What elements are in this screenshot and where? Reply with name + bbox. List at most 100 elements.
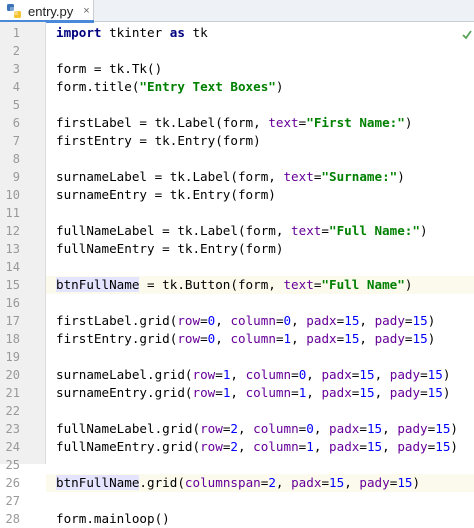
code-text: fullNameEntry.grid(row=2, column=1, padx… xyxy=(56,438,458,456)
code-editor[interactable]: import tkinter as tk form = tk.Tk() form.t… xyxy=(46,22,474,526)
code-line[interactable]: firstLabel = tk.Label(form, text="First … xyxy=(46,114,474,132)
code-line[interactable]: fullNameLabel.grid(row=2, column=0, padx… xyxy=(46,420,474,438)
line-number: 20 xyxy=(5,368,20,382)
python-file-icon xyxy=(6,3,22,19)
line-number: 5 xyxy=(12,98,20,112)
code-token: = xyxy=(420,367,428,382)
code-line[interactable]: surnameEntry = tk.Entry(form) xyxy=(46,186,474,204)
code-token: column xyxy=(245,367,292,382)
code-line[interactable]: surnameEntry.grid(row=1, column=1, padx=… xyxy=(46,384,474,402)
code-token: padx xyxy=(321,385,352,400)
code-token: padx xyxy=(306,313,337,328)
code-line[interactable]: form.title("Entry Text Boxes") xyxy=(46,78,474,96)
code-token: fullNameEntry = tk.Entry(form) xyxy=(56,241,284,256)
code-text: firstLabel = tk.Label(form, text="First … xyxy=(56,114,412,132)
code-token: = xyxy=(321,475,330,490)
code-line[interactable] xyxy=(46,348,474,366)
line-number: 22 xyxy=(5,404,20,418)
code-token: , xyxy=(382,439,398,454)
code-line[interactable]: surnameLabel = tk.Label(form, text="Surn… xyxy=(46,168,474,186)
code-token: ) xyxy=(427,313,436,328)
code-token: = xyxy=(291,385,299,400)
code-token: 0 xyxy=(306,421,314,436)
code-token: = xyxy=(321,223,329,238)
code-token: = xyxy=(200,331,208,346)
code-token: row xyxy=(177,313,201,328)
code-text: firstEntry = tk.Entry(form) xyxy=(56,132,261,150)
code-token: = xyxy=(260,475,269,490)
code-line[interactable]: fullNameEntry = tk.Entry(form) xyxy=(46,240,474,258)
code-token: import xyxy=(56,25,102,40)
code-text: surnameLabel.grid(row=1, column=0, padx=… xyxy=(56,366,450,384)
code-token: 15 xyxy=(344,331,360,346)
code-token: row xyxy=(192,367,216,382)
close-tab-icon[interactable]: × xyxy=(83,5,89,17)
code-token: 2 xyxy=(230,421,238,436)
code-token: , xyxy=(374,367,390,382)
code-token: column xyxy=(253,421,299,436)
line-number: 7 xyxy=(12,134,20,148)
code-token: ) xyxy=(275,79,284,94)
code-token: , xyxy=(238,421,254,436)
code-token: "First Name:" xyxy=(306,115,405,130)
code-token: 0 xyxy=(283,313,292,328)
code-text: form = tk.Tk() xyxy=(56,60,162,78)
code-token: 15 xyxy=(412,313,428,328)
editor-tab-bar: entry.py × xyxy=(0,0,474,23)
code-token: tkinter xyxy=(101,25,170,40)
tab-entry-py[interactable]: entry.py × xyxy=(0,0,94,23)
code-token: , xyxy=(291,331,307,346)
code-token: pady xyxy=(397,439,428,454)
code-line[interactable]: form.mainloop() xyxy=(46,510,474,528)
code-text: surnameEntry = tk.Entry(form) xyxy=(56,186,276,204)
code-token: "Entry Text Boxes" xyxy=(139,79,276,94)
code-line[interactable]: firstLabel.grid(row=0, column=0, padx=15… xyxy=(46,312,474,330)
code-token: form.mainloop() xyxy=(56,511,170,526)
code-line[interactable]: fullNameEntry.grid(row=2, column=1, padx… xyxy=(46,438,474,456)
code-token: "Full Name:" xyxy=(328,223,420,238)
code-token: fullNameEntry.grid( xyxy=(56,439,201,454)
code-token: = xyxy=(215,367,223,382)
code-token: , xyxy=(291,313,307,328)
line-number-gutter: 1 2 3 4 5 6 7 8 9 10 11 12 13 14 15 16 17 18 19 20 21 22 23 24 2… xyxy=(0,22,46,526)
code-line[interactable]: btnFullName.grid(columnspan=2, padx=15, … xyxy=(46,474,474,492)
code-line[interactable] xyxy=(46,456,474,474)
code-line[interactable]: firstEntry.grid(row=0, column=1, padx=15… xyxy=(46,330,474,348)
code-line[interactable] xyxy=(46,492,474,510)
line-number: 26 xyxy=(5,476,20,490)
code-token: pady xyxy=(374,313,405,328)
code-line[interactable] xyxy=(46,96,474,114)
code-token: padx xyxy=(321,367,352,382)
code-token: fullNameLabel.grid( xyxy=(56,421,201,436)
code-token: surnameEntry = tk.Entry(form) xyxy=(56,187,276,202)
code-line[interactable]: import tkinter as tk xyxy=(46,24,474,42)
code-token: "Full Name" xyxy=(321,277,405,292)
code-token: = xyxy=(291,367,299,382)
code-line[interactable]: fullNameLabel = tk.Label(form, text="Ful… xyxy=(46,222,474,240)
code-line[interactable] xyxy=(46,258,474,276)
code-line[interactable] xyxy=(46,402,474,420)
code-token: .grid( xyxy=(139,475,185,490)
code-line[interactable] xyxy=(46,294,474,312)
line-number: 3 xyxy=(12,62,20,76)
line-number: 24 xyxy=(5,440,20,454)
code-text: form.mainloop() xyxy=(56,510,170,528)
code-token: , xyxy=(215,313,231,328)
code-token: 1 xyxy=(283,331,292,346)
code-token: tk xyxy=(184,25,208,40)
line-number: 8 xyxy=(12,152,20,166)
code-line[interactable]: firstEntry = tk.Entry(form) xyxy=(46,132,474,150)
code-line[interactable] xyxy=(46,204,474,222)
code-token: form.title( xyxy=(56,79,140,94)
line-number: 27 xyxy=(5,494,20,508)
code-line[interactable] xyxy=(46,42,474,60)
code-line[interactable] xyxy=(46,150,474,168)
code-line[interactable]: btnFullName = tk.Button(form, text="Full… xyxy=(46,276,474,294)
line-number: 19 xyxy=(5,350,20,364)
code-token: = xyxy=(215,385,223,400)
code-token: 2 xyxy=(268,475,276,490)
code-line[interactable]: form = tk.Tk() xyxy=(46,60,474,78)
code-token: form = tk.Tk() xyxy=(56,61,163,76)
code-line[interactable]: surnameLabel.grid(row=1, column=0, padx=… xyxy=(46,366,474,384)
code-token: , xyxy=(238,439,254,454)
